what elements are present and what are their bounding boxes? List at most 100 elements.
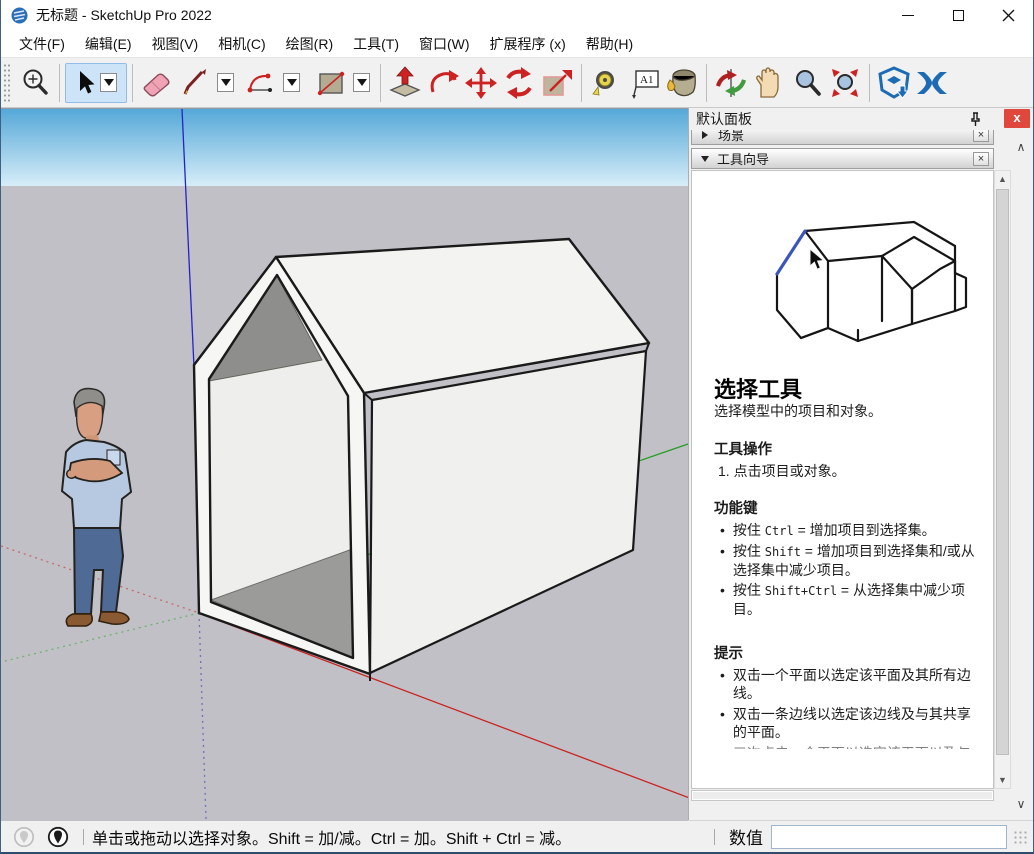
statusbar-separator (83, 829, 84, 845)
panel-close-button[interactable] (1004, 109, 1030, 128)
rotate-icon (501, 66, 537, 100)
section-instructor: 工具向导 (691, 148, 994, 169)
panel-title: 默认面板 (696, 109, 752, 129)
orbit-tool-button[interactable] (712, 63, 750, 103)
function-key-item: 按住 Shift = 增加项目到选择集和/或从选择集中减少项目。 (714, 542, 979, 579)
menu-edit[interactable]: 编辑(E) (75, 31, 142, 57)
instructor-vertical-scrollbar[interactable]: ▲ ▼ (994, 170, 1011, 789)
section-scenes-close-button[interactable] (973, 130, 989, 142)
menu-extensions[interactable]: 扩展程序 (x) (480, 31, 576, 57)
function-key-item: 按住 Ctrl = 增加项目到选择集。 (714, 521, 979, 540)
maximize-icon (953, 10, 964, 21)
collapse-arrow-icon (702, 131, 708, 139)
instructor-content[interactable]: 选择工具 选择模型中的项目和对象。 工具操作 1. 点击项目或对象。 功能键 按… (691, 170, 994, 789)
rectangle-icon (315, 68, 347, 98)
titlebar[interactable]: 无标题 - SketchUp Pro 2022 (1, 0, 1033, 30)
paint-bucket-tool-button[interactable] (663, 63, 701, 103)
move-tool-button[interactable] (462, 63, 500, 103)
measurements-input[interactable] (771, 825, 1007, 849)
toolbar-separator (869, 64, 870, 102)
rectangle-tool-dropdown[interactable] (353, 73, 370, 92)
zoom-tool-button[interactable] (788, 63, 826, 103)
scroll-down-icon[interactable]: ▼ (995, 775, 1010, 785)
sketchup-window: 无标题 - SketchUp Pro 2022 文件(F) 编辑(E) 视图(V… (0, 0, 1034, 854)
tip-item-clipped: 三次点击一个平面以选定该平面以及与其相连的所有项目。 (714, 744, 979, 749)
panel-titlebar[interactable]: 默认面板 (689, 108, 1033, 130)
default-tray-panel: 默认面板 场景 工具向导 (688, 108, 1033, 820)
close-icon (1002, 9, 1015, 22)
zoom-window-icon (18, 66, 52, 100)
statusbar-separator (714, 829, 715, 845)
instructor-description: 选择模型中的项目和对象。 (714, 402, 979, 420)
toolbar-separator (132, 64, 133, 102)
close-button[interactable] (983, 0, 1033, 30)
menu-help[interactable]: 帮助(H) (576, 31, 643, 57)
main-area: 默认面板 场景 工具向导 (1, 108, 1033, 820)
eraser-tool-button[interactable] (138, 63, 176, 103)
zoom-window-tool-button[interactable] (16, 63, 54, 103)
rectangle-tool-button[interactable] (312, 63, 350, 103)
select-arrow-icon (75, 70, 97, 96)
section-instructor-close-button[interactable] (973, 152, 989, 166)
viewport-3d[interactable] (1, 108, 688, 820)
toolbar-separator (706, 64, 707, 102)
instructor-heading: 选择工具 (714, 378, 979, 401)
line-tool-button[interactable] (176, 63, 214, 103)
function-key-item: 按住 Shift+Ctrl = 从选择集中减少项目。 (714, 581, 979, 618)
operation-title: 工具操作 (714, 441, 979, 460)
arc-tool-button[interactable] (242, 63, 280, 103)
section-instructor-header[interactable]: 工具向导 (691, 148, 994, 169)
credits-status-icon[interactable] (47, 826, 69, 848)
extension-warehouse-button[interactable] (913, 63, 951, 103)
zoom-extents-tool-button[interactable] (826, 63, 864, 103)
pan-hand-icon (753, 67, 785, 99)
measurements-label: 数值 (729, 824, 763, 849)
follow-me-tool-button[interactable] (424, 63, 462, 103)
3d-warehouse-icon (876, 66, 912, 100)
menu-camera[interactable]: 相机(C) (208, 31, 275, 57)
panel-vertical-scrollbar[interactable]: ∧ ∨ (1011, 132, 1031, 817)
tape-measure-tool-button[interactable] (587, 63, 625, 103)
pan-tool-button[interactable] (750, 63, 788, 103)
section-instructor-label: 工具向导 (717, 149, 769, 168)
maximize-button[interactable] (933, 0, 983, 30)
function-keys-title: 功能键 (714, 500, 979, 519)
tape-measure-icon (589, 67, 623, 99)
menu-file[interactable]: 文件(F) (9, 31, 75, 57)
minimize-button[interactable] (883, 0, 933, 30)
rotate-tool-button[interactable] (500, 63, 538, 103)
collapse-arrow-icon (701, 156, 709, 162)
scrollbar-thumb[interactable] (996, 189, 1009, 755)
instructor-horizontal-scrollbar[interactable] (691, 790, 994, 801)
menu-window[interactable]: 窗口(W) (409, 31, 480, 57)
zoom-icon (791, 67, 823, 99)
pin-icon[interactable] (968, 111, 983, 127)
scrollbar-thumb[interactable] (693, 792, 992, 799)
toolbar-separator (581, 64, 582, 102)
line-tool-dropdown[interactable] (217, 73, 234, 92)
pencil-icon (180, 68, 210, 98)
geolocation-status-icon[interactable] (13, 826, 35, 848)
select-tool-dropdown[interactable] (100, 73, 117, 92)
section-scenes-header[interactable]: 场景 (691, 130, 994, 145)
arc-icon (244, 68, 278, 98)
3d-warehouse-button[interactable] (875, 63, 913, 103)
push-pull-tool-button[interactable] (386, 63, 424, 103)
select-tool-button[interactable] (65, 63, 127, 103)
scale-tool-button[interactable] (538, 63, 576, 103)
menu-draw[interactable]: 绘图(R) (276, 31, 343, 57)
window-resize-grip[interactable] (1013, 830, 1027, 844)
orbit-icon (713, 66, 749, 100)
section-scenes-clipped: 场景 (691, 130, 994, 146)
toolbar-grip[interactable] (3, 63, 12, 103)
scroll-up-icon[interactable]: ∧ (1011, 140, 1031, 154)
scroll-up-icon[interactable]: ▲ (995, 174, 1010, 184)
menu-tools[interactable]: 工具(T) (343, 31, 409, 57)
menu-view[interactable]: 视图(V) (142, 31, 209, 57)
chevron-down-icon (357, 79, 367, 86)
text-tool-button[interactable]: A1 (625, 63, 663, 103)
arc-tool-dropdown[interactable] (283, 73, 300, 92)
sketchup-logo-icon (11, 7, 28, 24)
scroll-down-icon[interactable]: ∨ (1011, 797, 1031, 811)
text-icon: A1 (627, 66, 661, 100)
